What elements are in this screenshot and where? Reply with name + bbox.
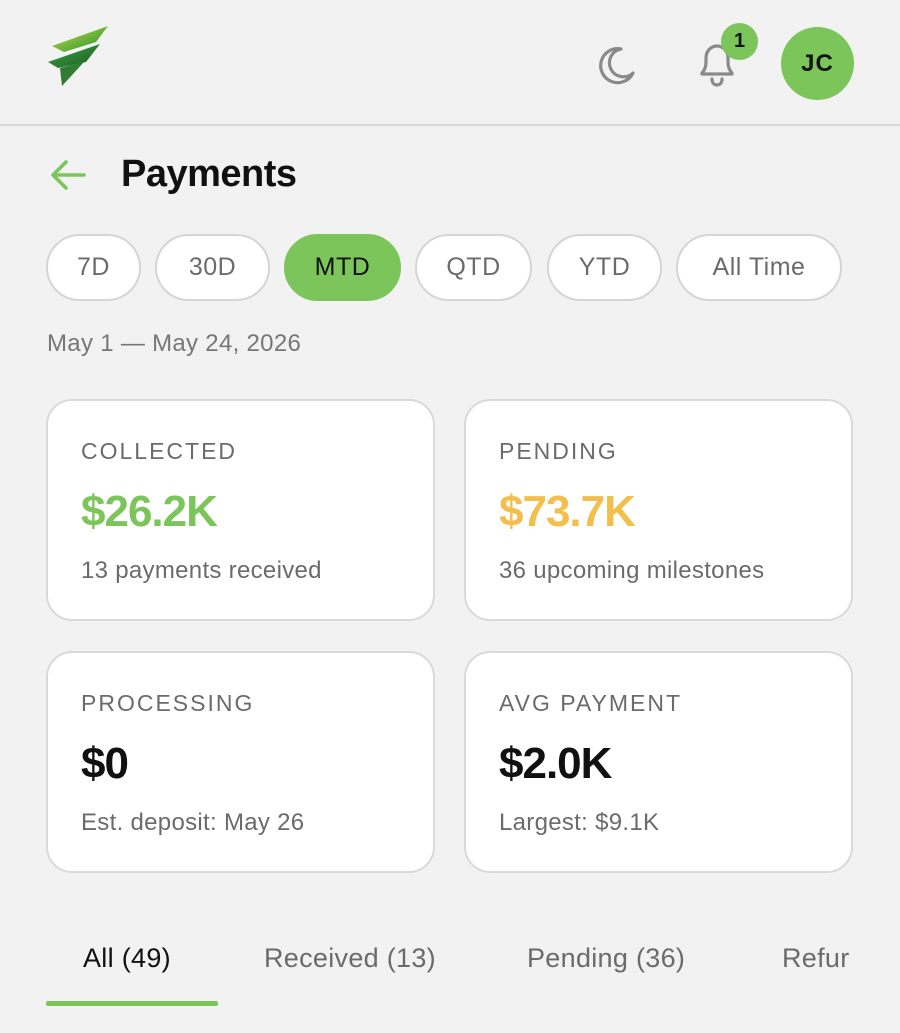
date-range-label: May 1 — May 24, 2026: [47, 330, 302, 357]
card-value: $26.2K: [81, 487, 218, 536]
avatar[interactable]: JC: [781, 27, 854, 100]
card-value: $2.0K: [499, 739, 612, 788]
page-title: Payments: [121, 153, 297, 195]
tab-all[interactable]: All (49): [83, 943, 171, 974]
card-label: COLLECTED: [81, 438, 238, 464]
range-pill-30d[interactable]: 30D: [155, 234, 270, 301]
card-subtext: 36 upcoming milestones: [499, 557, 765, 584]
card-value: $0: [81, 739, 129, 788]
card-subtext: Est. deposit: May 26: [81, 809, 305, 836]
range-pill-mtd[interactable]: MTD: [284, 234, 401, 301]
moon-icon[interactable]: [594, 44, 638, 88]
notification-badge: 1: [721, 23, 758, 60]
card-value: $73.7K: [499, 487, 636, 536]
range-pill-ytd[interactable]: YTD: [547, 234, 662, 301]
arrow-left-icon[interactable]: [48, 156, 88, 194]
range-pill-qtd[interactable]: QTD: [415, 234, 532, 301]
tab-pending[interactable]: Pending (36): [527, 943, 685, 974]
avg-payment-card[interactable]: AVG PAYMENT $2.0K Largest: $9.1K: [464, 651, 853, 873]
card-label: PROCESSING: [81, 690, 255, 716]
app-header: 1 JC: [0, 0, 900, 126]
range-pill-all-time[interactable]: All Time: [676, 234, 842, 301]
collected-card[interactable]: COLLECTED $26.2K 13 payments received: [46, 399, 435, 621]
range-pill-7d[interactable]: 7D: [46, 234, 141, 301]
pending-card[interactable]: PENDING $73.7K 36 upcoming milestones: [464, 399, 853, 621]
card-subtext: 13 payments received: [81, 557, 322, 584]
card-subtext: Largest: $9.1K: [499, 809, 660, 836]
active-tab-indicator: [46, 1001, 218, 1006]
tab-received[interactable]: Received (13): [264, 943, 436, 974]
bolt-logo-icon[interactable]: [44, 24, 112, 90]
processing-card[interactable]: PROCESSING $0 Est. deposit: May 26: [46, 651, 435, 873]
card-label: AVG PAYMENT: [499, 690, 683, 716]
card-label: PENDING: [499, 438, 618, 464]
tab-refunded[interactable]: Refur: [782, 943, 850, 974]
